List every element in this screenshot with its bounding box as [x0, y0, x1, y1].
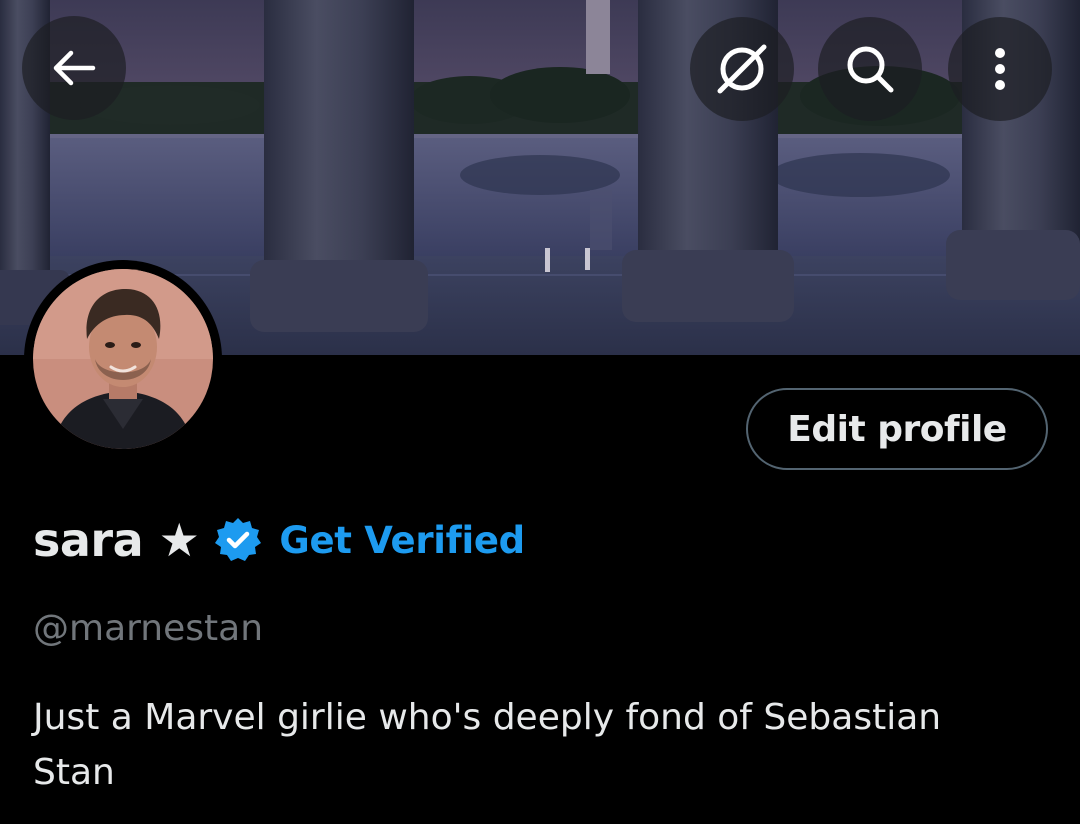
back-button[interactable] [22, 16, 126, 120]
more-options-button[interactable] [948, 17, 1052, 121]
arrow-left-icon [53, 50, 96, 86]
search-icon [847, 46, 894, 93]
grok-button[interactable] [690, 17, 794, 121]
avatar-image [33, 269, 213, 449]
search-button[interactable] [818, 17, 922, 121]
get-verified-link[interactable]: Get Verified [279, 519, 525, 562]
edit-profile-button[interactable]: Edit profile [746, 388, 1048, 470]
verified-badge-icon[interactable] [213, 515, 263, 565]
display-name: sara ★ [33, 513, 200, 567]
user-handle: @marnestan [33, 608, 264, 649]
avatar[interactable] [24, 260, 222, 458]
profile-bio: Just a Marvel girlie who's deeply fond o… [33, 697, 942, 793]
name-row: sara ★ Get Verified [33, 508, 525, 572]
more-vertical-icon [995, 48, 1005, 90]
grok-icon [717, 44, 767, 94]
